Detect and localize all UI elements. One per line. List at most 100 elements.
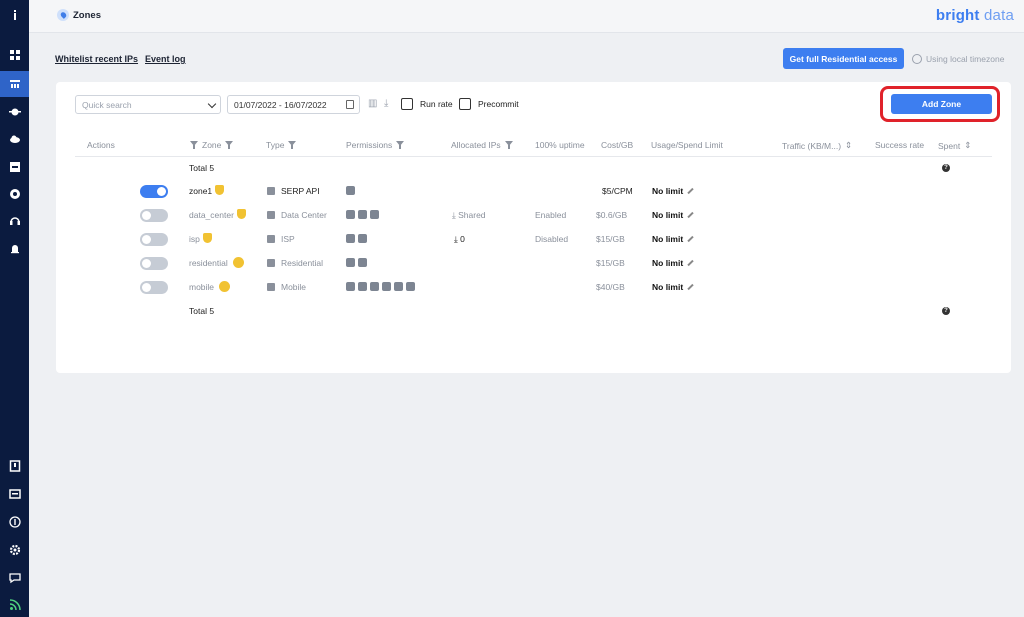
flag-icon: [358, 210, 367, 219]
crawler-icon[interactable]: [0, 99, 29, 125]
uptime: Enabled: [535, 210, 567, 220]
shield-icon: [215, 185, 225, 195]
header-zone[interactable]: Zone: [190, 140, 234, 150]
allocated: ⤓ 0: [454, 234, 465, 244]
run-rate-label: Run rate: [420, 99, 453, 109]
limit[interactable]: No limit: [652, 229, 694, 249]
limit[interactable]: No limit: [652, 277, 694, 297]
brand-logo[interactable]: bright data: [936, 7, 1014, 24]
allocated: ⤓ Shared: [452, 210, 486, 220]
permissions: [346, 277, 418, 297]
date-range-input[interactable]: 01/07/2022 - 16/07/2022: [227, 95, 360, 114]
header-permissions[interactable]: Permissions: [346, 140, 405, 150]
pin-icon: [346, 282, 355, 291]
ide-icon[interactable]: [0, 154, 29, 180]
asn-icon: [370, 282, 379, 291]
filter-icon: [288, 141, 297, 149]
search-icon: [267, 187, 275, 195]
globe-icon: [346, 210, 355, 219]
pencil-icon: [687, 259, 694, 267]
cost: $15/GB: [596, 258, 625, 268]
header-spent[interactable]: Spent ⇕: [938, 140, 971, 151]
zone-name[interactable]: zone1: [189, 181, 225, 201]
get-full-access-button[interactable]: Get full Residential access: [783, 48, 904, 69]
precommit-label: Precommit: [478, 99, 519, 109]
browser-icon[interactable]: [0, 181, 29, 207]
zone-toggle[interactable]: [140, 281, 168, 294]
sidebar: [0, 0, 29, 617]
home-icon: [267, 235, 275, 243]
zone-toggle[interactable]: [140, 185, 168, 198]
zones-card: Quick search 01/07/2022 - 16/07/2022 ▥ ⤓…: [56, 82, 1011, 373]
filter-icon: [190, 141, 198, 149]
pencil-icon: [687, 211, 694, 219]
table-row: isp ISP ⤓ 0 Disabled $15/GB No limit: [56, 229, 1011, 253]
permissions: [346, 181, 358, 201]
limit[interactable]: No limit: [652, 181, 694, 201]
header-actions: Actions: [87, 140, 115, 150]
location-pin-icon: [57, 9, 69, 21]
bell-icon[interactable]: [0, 236, 29, 262]
chevron-down-icon: [207, 99, 217, 109]
lock-icon: [219, 281, 231, 292]
dollar-icon[interactable]: [0, 509, 29, 535]
zone-toggle[interactable]: [140, 233, 168, 246]
shield-icon: [202, 233, 212, 243]
lock-icon: [232, 257, 244, 268]
header-traffic[interactable]: Traffic (KB/M...) ⇕: [782, 140, 852, 151]
support-icon[interactable]: [0, 208, 29, 234]
gear-icon[interactable]: [0, 537, 29, 563]
zone-type: Mobile: [267, 277, 306, 297]
flag-icon: [346, 186, 355, 195]
dashboard-icon[interactable]: [0, 42, 29, 68]
checkbox[interactable]: [459, 98, 471, 110]
rss-icon[interactable]: [0, 592, 29, 617]
flag-icon: [358, 234, 367, 243]
zone-type: Residential: [267, 253, 323, 273]
columns-icon[interactable]: ▥: [368, 98, 377, 109]
help-doc-icon[interactable]: [0, 453, 29, 479]
help-icon[interactable]: ?: [942, 164, 950, 172]
timezone-toggle[interactable]: Using local timezone: [912, 54, 1004, 64]
flag-icon: [358, 282, 367, 291]
sort-icon: ⇕: [964, 140, 972, 150]
divider: [75, 156, 992, 157]
search-select[interactable]: Quick search: [75, 95, 221, 114]
table-row: residential Residential $15/GB No limit: [56, 253, 1011, 277]
header-type[interactable]: Type: [266, 140, 297, 150]
timezone-label: Using local timezone: [926, 54, 1005, 64]
flag-icon: [358, 258, 367, 267]
download-icon[interactable]: ⤓: [384, 98, 388, 109]
house-icon: [267, 259, 275, 267]
pencil-icon: [687, 235, 694, 243]
checkbox[interactable]: [401, 98, 413, 110]
proxies-icon[interactable]: [0, 71, 29, 97]
chat-icon[interactable]: [0, 565, 29, 591]
cloud-icon[interactable]: [0, 126, 29, 152]
cost: $15/GB: [596, 234, 625, 244]
antenna-icon: [382, 282, 391, 291]
whitelist-link[interactable]: Whitelist recent IPs: [55, 54, 138, 64]
os-icon: [406, 282, 415, 291]
billing-card-icon[interactable]: [0, 481, 29, 507]
run-rate-checkbox[interactable]: Run rate: [401, 98, 453, 110]
page-title: Zones: [73, 10, 101, 21]
help-icon[interactable]: ?: [942, 307, 950, 315]
limit[interactable]: No limit: [652, 205, 694, 225]
event-log-link[interactable]: Event log: [145, 54, 186, 64]
add-zone-button[interactable]: Add Zone: [891, 94, 992, 114]
precommit-checkbox[interactable]: Precommit: [459, 98, 519, 110]
header-usage: Usage/Spend Limit: [651, 140, 723, 150]
zone-name[interactable]: mobile: [189, 277, 231, 297]
zone-toggle[interactable]: [140, 257, 168, 270]
header-allocated[interactable]: Allocated IPs: [451, 140, 513, 150]
info-icon[interactable]: [0, 2, 29, 28]
zone-name[interactable]: data_center: [189, 205, 246, 225]
zone-name[interactable]: isp: [189, 229, 212, 249]
cost: $40/GB: [596, 282, 625, 292]
zone-name[interactable]: residential: [189, 253, 244, 273]
zone-toggle[interactable]: [140, 209, 168, 222]
shield-icon: [236, 209, 246, 219]
permissions: [346, 229, 370, 249]
limit[interactable]: No limit: [652, 253, 694, 273]
